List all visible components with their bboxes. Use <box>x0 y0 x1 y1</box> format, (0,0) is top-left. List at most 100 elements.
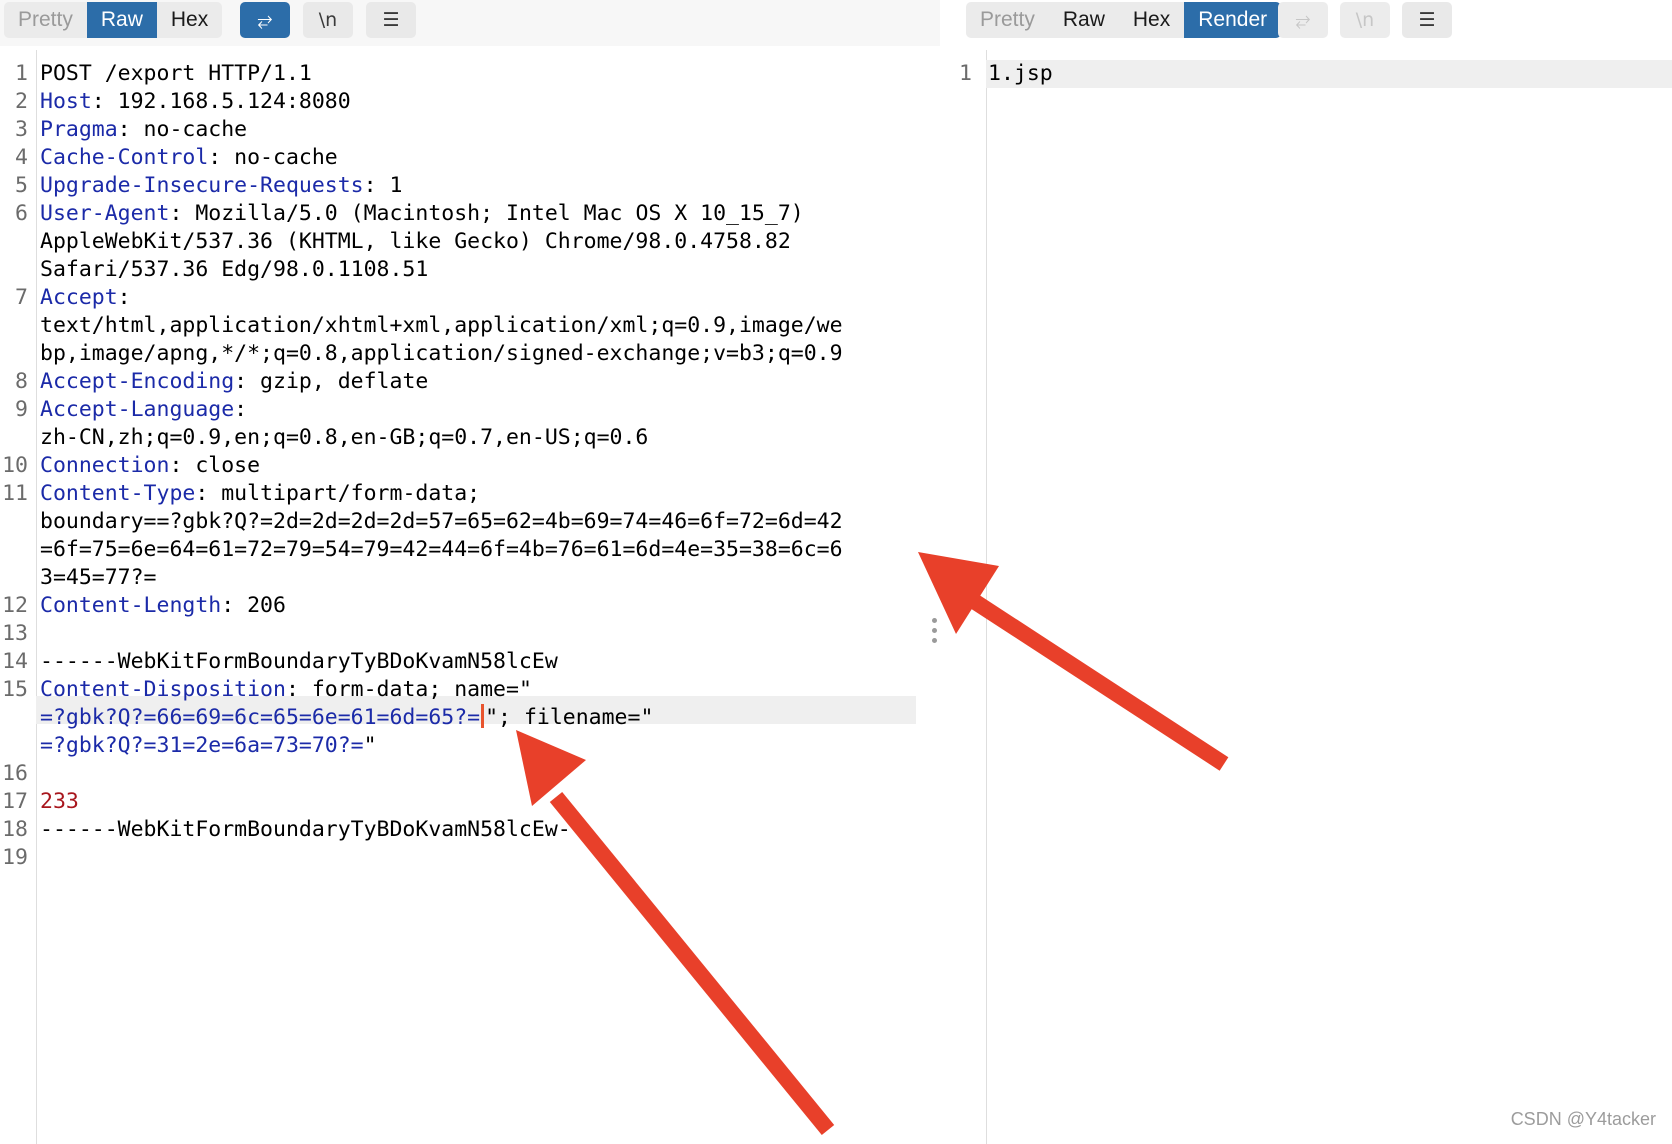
line-number: 9 <box>15 397 28 422</box>
encoded-word-line: =?gbk?Q?=31=2e=6a=73=70?=" <box>40 732 377 760</box>
header-line: User-Agent: Mozilla/5.0 (Macintosh; Inte… <box>40 200 804 228</box>
line-number: 10 <box>2 453 28 478</box>
line-number: 11 <box>2 481 28 506</box>
encoded-word: =?gbk?Q?=31=2e=6a=73=70?= <box>40 733 364 758</box>
newline-toggle-button[interactable]: \n <box>1340 2 1390 38</box>
wrap-lines-icon: ⥂ <box>1295 9 1311 31</box>
request-view-tabs: Pretty Raw Hex <box>4 2 223 38</box>
tab-pretty[interactable]: Pretty <box>966 2 1049 38</box>
code-text: text/html,application/xhtml+xml,applicat… <box>40 313 843 338</box>
tab-raw[interactable]: Raw <box>1049 2 1119 38</box>
line-tail: " <box>363 733 377 758</box>
header-line: Connection: close <box>40 452 260 480</box>
code-text: 1.jsp <box>988 61 1053 86</box>
line-number: 15 <box>2 677 28 702</box>
wrap-lines-icon: ⥂ <box>257 9 273 31</box>
header-line: Content-Length: 206 <box>40 592 286 620</box>
code-text: Safari/537.36 Edg/98.0.1108.51 <box>40 257 429 282</box>
encoded-word-line: =?gbk?Q?=66=69=6c=65=6e=61=6d=65?= "; fil… <box>40 704 653 732</box>
code-text: AppleWebKit/537.36 (KHTML, like Gecko) C… <box>40 229 791 254</box>
header-name: Accept <box>40 285 118 310</box>
code-text: 3=45=77?= <box>40 565 157 590</box>
header-line: Content-Disposition: form-data; name=" <box>40 676 532 704</box>
response-editor[interactable]: 1 1.jsp <box>946 50 1672 1144</box>
code-text: =6f=75=6e=64=61=72=79=54=79=42=44=6f=4b=… <box>40 537 843 562</box>
line-number: 13 <box>2 621 28 646</box>
header-name: Content-Type <box>40 481 196 506</box>
line-number: 4 <box>15 145 28 170</box>
newline-icon: \n <box>1355 9 1375 31</box>
line-number: 7 <box>15 285 28 310</box>
line-number: 16 <box>2 761 28 786</box>
header-value: : 192.168.5.124:8080 <box>91 89 351 114</box>
header-line: Cache-Control: no-cache <box>40 144 338 172</box>
request-editor[interactable]: 1 POST /export HTTP/1.1 2 Host: 192.168.5.1… <box>0 50 940 1144</box>
line-number: 8 <box>15 369 28 394</box>
code-text: ------WebKitFormBoundaryTyBDoKvamN58lcEw… <box>40 817 584 842</box>
newline-icon: \n <box>318 9 338 31</box>
line-number: 18 <box>2 817 28 842</box>
header-name: Connection <box>40 453 170 478</box>
header-value: : multipart/form-data; <box>195 481 481 506</box>
header-line: Content-Type: multipart/form-data; <box>40 480 480 508</box>
header-name: Accept-Encoding <box>40 369 235 394</box>
code-text: boundary==?gbk?Q?=2d=2d=2d=2d=57=65=62=4… <box>40 509 843 534</box>
header-name: Accept-Language <box>40 397 235 422</box>
menu-icon: ☰ <box>382 9 400 31</box>
tab-hex[interactable]: Hex <box>157 2 222 38</box>
text-caret <box>481 704 485 728</box>
wrap-lines-button[interactable]: ⥂ <box>240 2 290 38</box>
request-pane: Pretty Raw Hex ⥂ \n ☰ 1 POST /export HTTP… <box>0 0 946 1144</box>
line-number: 19 <box>2 845 28 870</box>
header-line: Accept: <box>40 284 131 312</box>
response-toolbar: Pretty Raw Hex Render ⥂ \n ☰ <box>958 0 1672 46</box>
header-name: Pragma <box>40 117 118 142</box>
code-text: POST /export HTTP/1.1 <box>40 61 312 86</box>
menu-button[interactable]: ☰ <box>366 2 416 38</box>
line-number: 12 <box>2 593 28 618</box>
menu-button[interactable]: ☰ <box>1402 2 1452 38</box>
header-value: : <box>117 285 131 310</box>
wrap-lines-button[interactable]: ⥂ <box>1278 2 1328 38</box>
header-value: : Mozilla/5.0 (Macintosh; Intel Mac OS X… <box>169 201 804 226</box>
code-text: zh-CN,zh;q=0.9,en;q=0.8,en-GB;q=0.7,en-U… <box>40 425 649 450</box>
header-name: User-Agent <box>40 201 170 226</box>
tab-hex[interactable]: Hex <box>1119 2 1184 38</box>
line-number: 2 <box>15 89 28 114</box>
header-name: Cache-Control <box>40 145 209 170</box>
encoded-word: =?gbk?Q?=66=69=6c=65=6e=61=6d=65?= <box>40 705 481 730</box>
body-value: 233 <box>40 789 79 814</box>
line-number: 14 <box>2 649 28 674</box>
header-line: Accept-Language: <box>40 396 247 424</box>
header-line: Pragma: no-cache <box>40 116 247 144</box>
header-value: : form-data; name=" <box>285 677 532 702</box>
current-line-highlight <box>986 60 1672 88</box>
header-value: : no-cache <box>208 145 338 170</box>
header-name: Upgrade-Insecure-Requests <box>40 173 364 198</box>
header-value: : gzip, deflate <box>234 369 429 394</box>
line-number: 6 <box>15 201 28 226</box>
line-number: 3 <box>15 117 28 142</box>
menu-icon: ☰ <box>1418 9 1436 31</box>
line-number: 17 <box>2 789 28 814</box>
tab-pretty[interactable]: Pretty <box>4 2 87 38</box>
line-number: 5 <box>15 173 28 198</box>
code-text: bp,image/apng,*/*;q=0.8,application/sign… <box>40 341 843 366</box>
tab-raw[interactable]: Raw <box>86 2 157 38</box>
newline-toggle-button[interactable]: \n <box>303 2 353 38</box>
tab-render[interactable]: Render <box>1184 2 1282 38</box>
header-line: Accept-Encoding: gzip, deflate <box>40 368 428 396</box>
header-value: : no-cache <box>117 117 248 142</box>
header-line: Host: 192.168.5.124:8080 <box>40 88 351 116</box>
header-name: Host <box>40 89 92 114</box>
header-value: : close <box>169 453 261 478</box>
header-value: : <box>234 397 248 422</box>
line-number: 1 <box>15 61 28 86</box>
header-value: : 1 <box>363 173 403 198</box>
header-value: : 206 <box>221 593 286 618</box>
header-name: Content-Length <box>40 593 222 618</box>
line-number: 1 <box>959 61 972 86</box>
watermark: CSDN @Y4tacker <box>1510 1109 1656 1129</box>
response-pane: Pretty Raw Hex Render ⥂ \n ☰ 1 1.jsp <box>946 0 1672 1144</box>
pane-splitter-handle[interactable] <box>932 618 938 648</box>
